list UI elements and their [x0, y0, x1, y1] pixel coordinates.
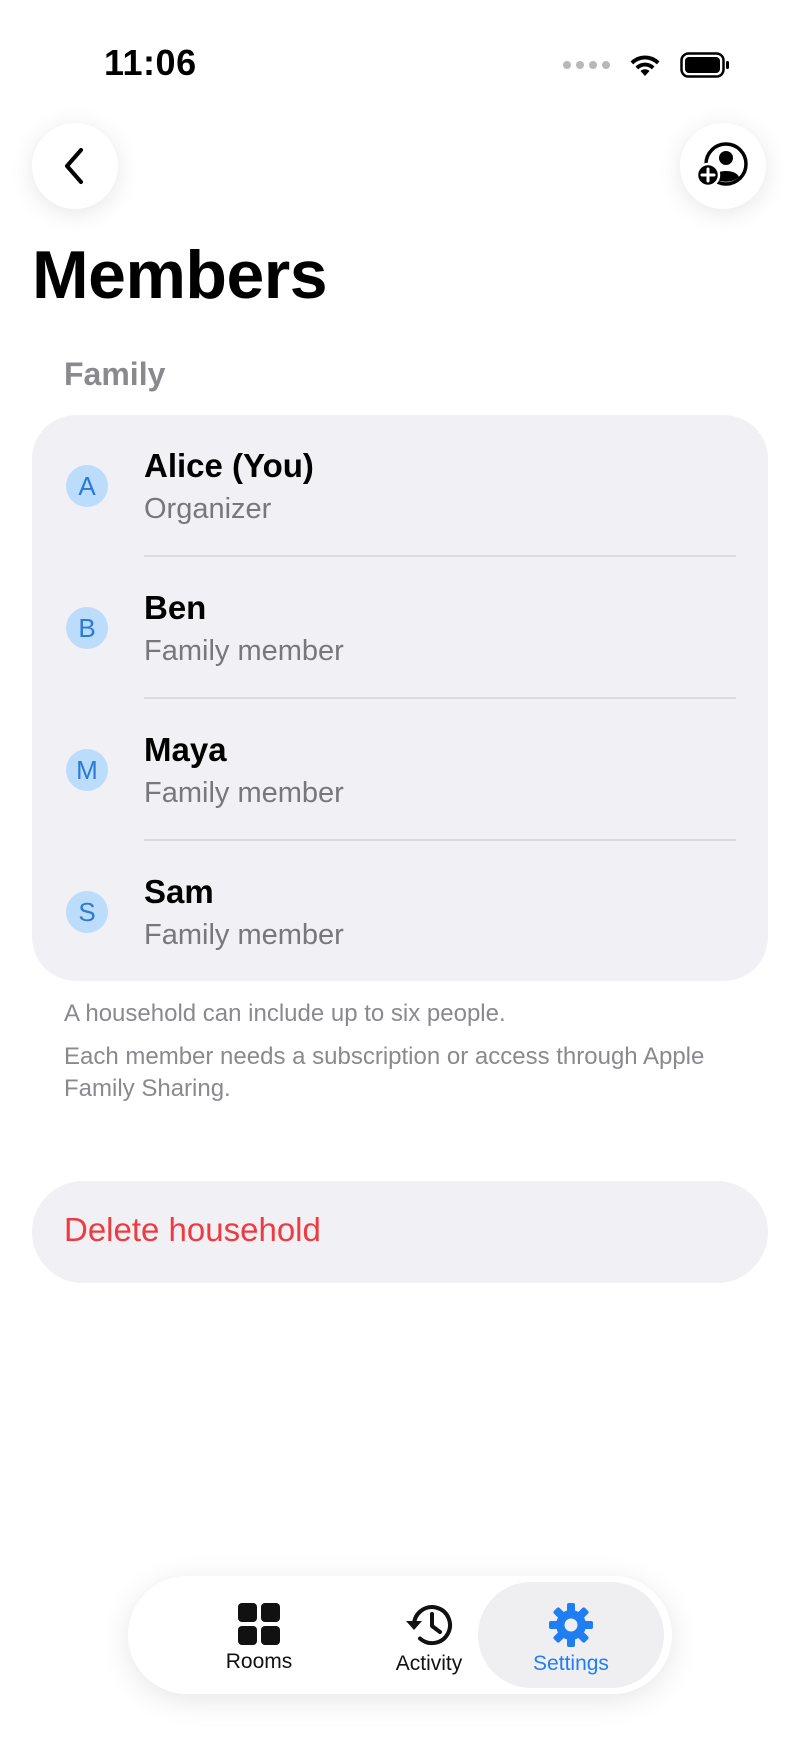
- delete-household-button[interactable]: Delete household: [32, 1181, 768, 1283]
- tab-label: Settings: [533, 1652, 609, 1675]
- add-member-button[interactable]: [680, 123, 766, 209]
- member-name: Ben: [144, 589, 207, 626]
- member-role: Family member: [144, 777, 344, 809]
- status-icons: [563, 46, 730, 84]
- history-icon: [406, 1605, 452, 1646]
- status-time: 11:06: [104, 42, 197, 83]
- cellular-signal-icon: [563, 61, 610, 69]
- person-add-icon: [695, 142, 748, 188]
- member-row[interactable]: B Ben Family member: [32, 557, 768, 699]
- tab-rooms[interactable]: Rooms: [166, 1582, 352, 1688]
- avatar: M: [66, 749, 108, 791]
- wifi-icon: [630, 55, 660, 76]
- footnote-subscription: Each member needs a subscription or acce…: [64, 1043, 705, 1102]
- member-role: Family member: [144, 919, 344, 951]
- chevron-left-icon: [65, 148, 83, 184]
- tab-label: Rooms: [225, 1650, 293, 1673]
- avatar: B: [66, 607, 108, 649]
- section-header-family: Family: [64, 356, 166, 392]
- battery-icon: [680, 52, 729, 78]
- tab-settings[interactable]: Settings: [478, 1582, 664, 1688]
- back-button[interactable]: [32, 123, 118, 209]
- member-role: Family member: [144, 635, 344, 667]
- tab-bar: Rooms Activity Settings: [128, 1576, 672, 1694]
- gear-icon: [549, 1603, 593, 1647]
- member-row[interactable]: S Sam Family member: [32, 841, 768, 983]
- member-row[interactable]: A Alice (You) Organizer: [32, 415, 768, 557]
- avatar: S: [66, 891, 108, 933]
- member-name: Sam: [144, 873, 214, 910]
- member-name: Maya: [144, 731, 227, 768]
- members-list: A Alice (You) Organizer B Ben Family mem…: [32, 415, 768, 981]
- footnote-household-limit: A household can include up to six people…: [64, 1000, 506, 1027]
- avatar: A: [66, 465, 108, 507]
- member-name: Alice (You): [144, 447, 314, 484]
- members-screen: 11:06 Members Family A Alice (You) Organ…: [0, 0, 800, 1739]
- page-title: Members: [32, 237, 328, 313]
- member-role: Organizer: [144, 493, 272, 525]
- grid-icon: [238, 1603, 280, 1645]
- tab-label: Activity: [395, 1652, 463, 1675]
- member-row[interactable]: M Maya Family member: [32, 699, 768, 841]
- delete-household-label: Delete household: [64, 1211, 321, 1248]
